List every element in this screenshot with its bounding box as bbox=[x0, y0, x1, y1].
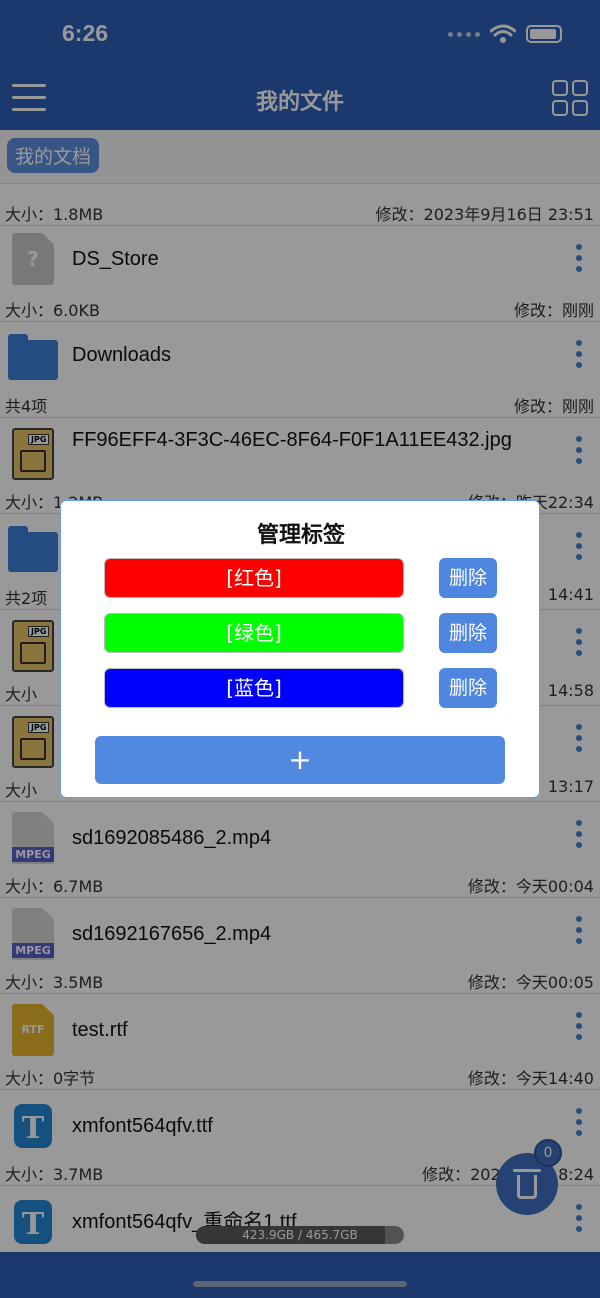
manage-tags-dialog: 管理标签 [红色] 删除 [绿色] 删除 [蓝色] 删除 + bbox=[60, 500, 540, 798]
delete-tag-red-button[interactable]: 删除 bbox=[439, 558, 497, 598]
delete-tag-blue-button[interactable]: 删除 bbox=[439, 668, 497, 708]
add-tag-button[interactable]: + bbox=[95, 736, 505, 784]
tag-green[interactable]: [绿色] bbox=[104, 613, 404, 653]
tag-red[interactable]: [红色] bbox=[104, 558, 404, 598]
delete-tag-green-button[interactable]: 删除 bbox=[439, 613, 497, 653]
tag-blue[interactable]: [蓝色] bbox=[104, 668, 404, 708]
dialog-title: 管理标签 bbox=[256, 523, 345, 548]
